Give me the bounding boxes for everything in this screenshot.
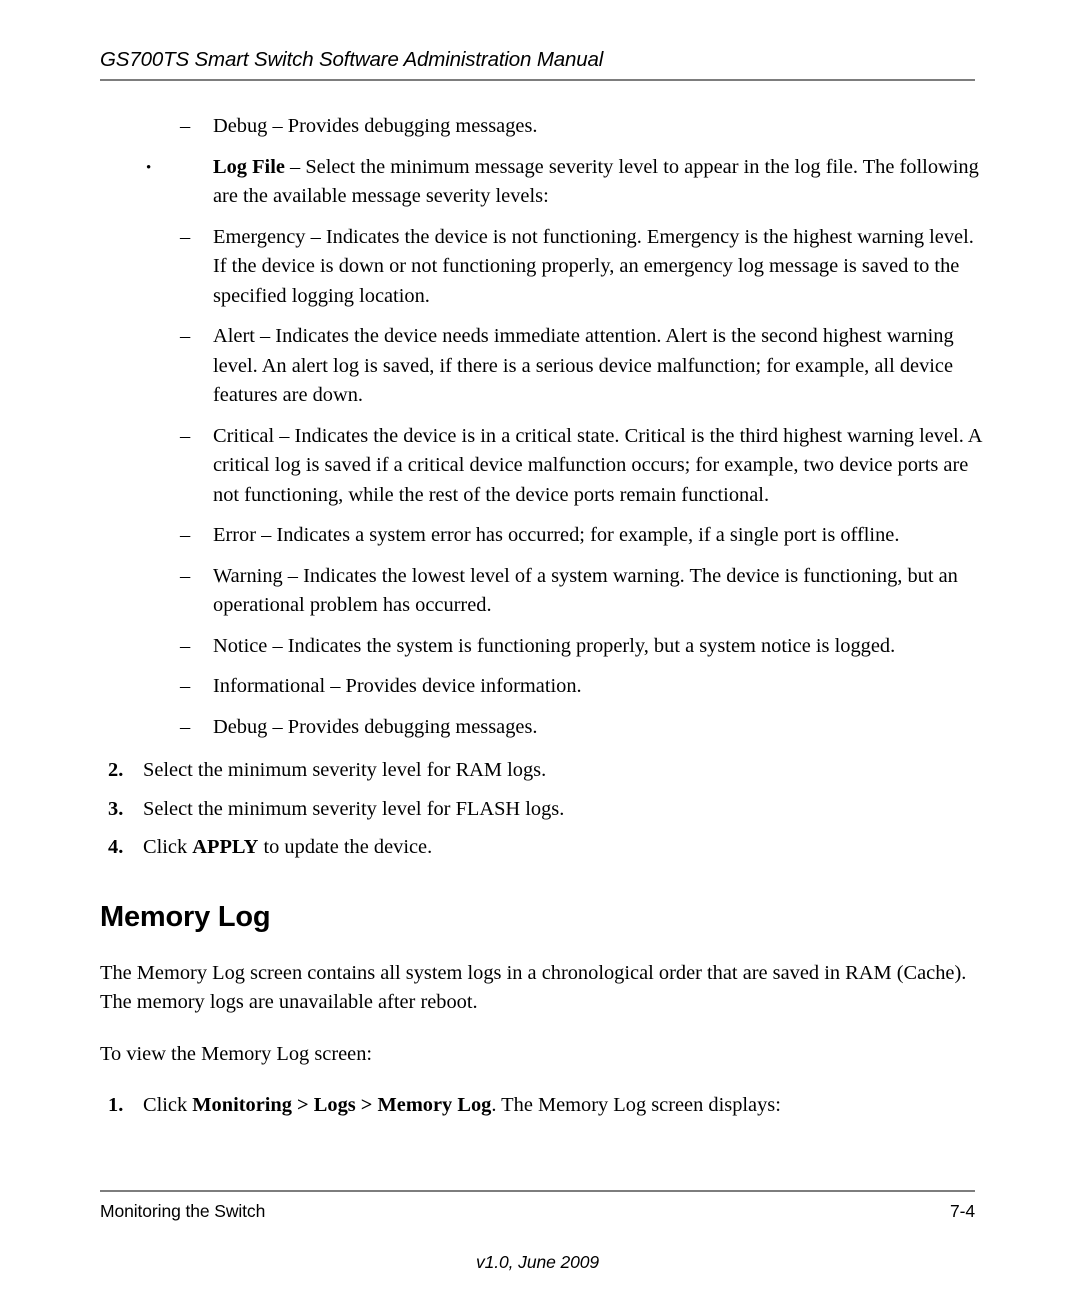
to-view-paragraph: To view the Memory Log screen:	[100, 1042, 373, 1065]
list-item-text: Critical – Indicates the device is in a …	[213, 424, 982, 506]
list-item-text: Debug – Provides debugging messages.	[213, 715, 538, 738]
dash-marker: –	[180, 675, 191, 697]
list-item-text: Warning – Indicates the lowest level of …	[213, 564, 958, 617]
document-page: GS700TS Smart Switch Software Administra…	[0, 0, 1080, 1296]
list-item-text: Informational – Provides device informat…	[213, 675, 582, 697]
apply-button-reference: APPLY	[192, 836, 259, 858]
dash-marker: –	[180, 325, 191, 347]
list-item-text: Error – Indicates a system error has occ…	[213, 524, 900, 546]
list-item: – Critical – Indicates the device is in a…	[0, 422, 1080, 511]
list-item: – Informational – Provides device informa…	[0, 672, 1080, 702]
list-item-text: Notice – Indicates the system is functio…	[213, 634, 896, 657]
page-footer: Monitoring the Switch 7-4 v1.0, June 200…	[100, 1190, 975, 1272]
list-item-body: – Select the minimum message severity le…	[213, 155, 979, 208]
step-text: Select the minimum severity level for RA…	[143, 759, 547, 781]
intro-paragraph: The Memory Log screen contains all syste…	[100, 961, 967, 1014]
list-item: – Debug – Provides debugging messages.	[0, 713, 1080, 743]
severity-level-list: – Emergency – Indicates the device is not…	[0, 223, 1080, 743]
list-item: – Alert – Indicates the device needs imme…	[0, 322, 1080, 411]
dash-marker: –	[180, 115, 191, 137]
numbered-step: 3. Select the minimum severity level for …	[0, 795, 1080, 825]
step-text: Click Monitoring > Logs > Memory Log. Th…	[143, 1091, 985, 1121]
footer-section-label: Monitoring the Switch	[100, 1201, 266, 1221]
numbered-step: 2. Select the minimum severity level for …	[0, 756, 1080, 786]
menu-path-breadcrumb: Monitoring > Logs > Memory Log	[192, 1094, 492, 1116]
list-item: – Notice – Indicates the system is functi…	[0, 632, 1080, 662]
dash-marker: –	[180, 524, 191, 546]
list-item-text: Debug – Provides debugging messages.	[213, 115, 538, 137]
list-item: • Log File – Select the minimum message …	[0, 153, 1080, 212]
dash-marker: –	[180, 715, 191, 738]
header-divider-rule	[100, 79, 975, 81]
bullet-marker: •	[146, 159, 152, 176]
step-number: 4.	[108, 836, 124, 858]
numbered-step-apply: 4. Click APPLY to update the device.	[0, 833, 1080, 863]
footer-version-label: v1.0, June 2009	[475, 1252, 600, 1272]
dash-marker: –	[180, 424, 191, 447]
dash-marker: –	[180, 634, 191, 657]
step-text: Click APPLY to update the device.	[143, 833, 985, 863]
list-item-text: Log File – Select the minimum message se…	[213, 153, 985, 212]
list-item-bold-lead: Log File	[213, 155, 285, 178]
list-item: – Debug – Provides debugging messages.	[0, 112, 1080, 142]
dash-marker: –	[180, 225, 191, 248]
step-number: 1.	[108, 1094, 124, 1116]
list-item-text: Emergency – Indicates the device is not …	[213, 225, 974, 307]
step-text: Select the minimum severity level for FL…	[143, 797, 565, 820]
section-heading-memory-log: Memory Log	[100, 900, 271, 933]
list-item-text: Alert – Indicates the device needs immed…	[213, 325, 954, 406]
footer-page-number: 7-4	[950, 1201, 975, 1221]
dash-marker: –	[180, 564, 191, 587]
page-header: GS700TS Smart Switch Software Administra…	[100, 48, 975, 81]
list-item: – Emergency – Indicates the device is not…	[0, 223, 1080, 312]
step-text-prefix: Click	[143, 1094, 193, 1116]
step-text-suffix: . The Memory Log screen displays:	[491, 1094, 781, 1116]
list-item: – Error – Indicates a system error has oc…	[0, 521, 1080, 551]
numbered-step-one: 1. Click Monitoring > Logs > Memory Log.…	[0, 1091, 1080, 1121]
step-number: 3.	[108, 797, 124, 820]
step-text-prefix: Click	[143, 836, 193, 858]
footer-line: Monitoring the Switch 7-4	[100, 1201, 975, 1222]
footer-divider-rule	[100, 1190, 975, 1192]
step-number: 2.	[108, 759, 124, 781]
page-header-title: GS700TS Smart Switch Software Administra…	[100, 48, 604, 71]
list-item: – Warning – Indicates the lowest level of…	[0, 562, 1080, 621]
page-content: – Debug – Provides debugging messages. •…	[0, 112, 1080, 1130]
numbered-steps-list: 2. Select the minimum severity level for …	[0, 756, 1080, 824]
step-text-suffix: to update the device.	[258, 836, 433, 858]
